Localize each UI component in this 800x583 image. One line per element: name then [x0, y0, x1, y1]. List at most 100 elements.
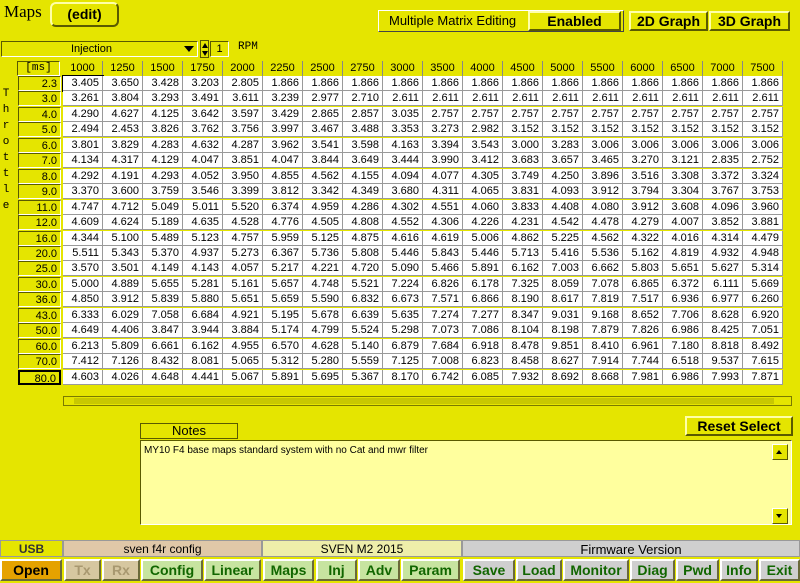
table-cell[interactable]: 3.152	[503, 122, 543, 137]
table-cell[interactable]: 5.416	[543, 246, 583, 261]
table-cell[interactable]: 3.597	[223, 107, 263, 122]
table-cell[interactable]: 3.324	[743, 169, 783, 184]
table-cell[interactable]: 5.343	[103, 246, 143, 261]
table-cell[interactable]: 8.627	[543, 354, 583, 369]
table-cell[interactable]: 4.317	[103, 153, 143, 168]
table-cell[interactable]: 4.528	[223, 215, 263, 230]
table-cell[interactable]: 3.152	[703, 122, 743, 137]
table-cell[interactable]: 8.425	[703, 323, 743, 338]
table-cell[interactable]: 3.990	[423, 153, 463, 168]
inj-button[interactable]: Inj	[316, 559, 357, 581]
table-cell[interactable]: 4.799	[303, 323, 343, 338]
table-cell[interactable]: 4.959	[303, 200, 343, 215]
table-cell[interactable]: 5.891	[463, 261, 503, 276]
table-cell[interactable]: 3.801	[63, 138, 103, 153]
table-cell[interactable]: 7.993	[703, 370, 743, 385]
table-cell[interactable]: 6.213	[63, 339, 103, 354]
table-cell[interactable]: 3.152	[663, 122, 703, 137]
graph-3d-button[interactable]: 3D Graph	[709, 11, 790, 31]
table-cell[interactable]: 5.281	[183, 277, 223, 292]
table-cell[interactable]: 3.152	[583, 122, 623, 137]
table-cell[interactable]: 9.851	[543, 339, 583, 354]
table-cell[interactable]: 5.123	[183, 231, 223, 246]
table-cell[interactable]: 4.322	[623, 231, 663, 246]
table-cell[interactable]: 2.752	[743, 153, 783, 168]
table-cell[interactable]: 3.304	[663, 184, 703, 199]
table-cell[interactable]: 4.551	[423, 200, 463, 215]
table-cell[interactable]: 3.444	[383, 153, 423, 168]
table-cell[interactable]: 3.293	[143, 91, 183, 106]
table-cell[interactable]: 6.570	[263, 339, 303, 354]
table-cell[interactable]: 5.536	[583, 246, 623, 261]
table-cell[interactable]: 4.948	[743, 246, 783, 261]
chevron-down-icon[interactable]	[184, 46, 194, 52]
table-cell[interactable]: 4.077	[423, 169, 463, 184]
table-cell[interactable]: 5.049	[143, 200, 183, 215]
table-cell[interactable]: 5.590	[303, 292, 343, 307]
table-cell[interactable]: 3.833	[503, 200, 543, 215]
table-cell[interactable]: 8.347	[503, 308, 543, 323]
table-cell[interactable]: 8.652	[623, 308, 663, 323]
table-cell[interactable]: 3.405	[62, 75, 104, 92]
table-cell[interactable]: 4.855	[263, 169, 303, 184]
table-cell[interactable]: 5.446	[463, 246, 503, 261]
table-cell[interactable]: 7.932	[503, 370, 543, 385]
table-cell[interactable]: 4.552	[383, 215, 423, 230]
table-cell[interactable]: 4.191	[103, 169, 143, 184]
table-cell[interactable]: 3.812	[263, 184, 303, 199]
adv-button[interactable]: Adv	[358, 559, 400, 581]
table-cell[interactable]: 4.226	[463, 215, 503, 230]
table-cell[interactable]: 4.478	[583, 215, 623, 230]
table-cell[interactable]: 5.162	[623, 246, 663, 261]
table-cell[interactable]: 7.008	[423, 354, 463, 369]
table-cell[interactable]: 5.808	[343, 246, 383, 261]
table-cell[interactable]: 7.078	[583, 277, 623, 292]
table-cell[interactable]: 4.648	[143, 370, 183, 385]
diag-button[interactable]: Diag	[630, 559, 675, 581]
table-cell[interactable]: 3.944	[183, 323, 223, 338]
table-cell[interactable]: 4.542	[543, 215, 583, 230]
table-cell[interactable]: 3.543	[463, 138, 503, 153]
table-cell[interactable]: 4.627	[103, 107, 143, 122]
table-cell[interactable]: 4.619	[423, 231, 463, 246]
table-cell[interactable]: 3.600	[103, 184, 143, 199]
table-cell[interactable]: 7.826	[623, 323, 663, 338]
table-cell[interactable]: 5.314	[743, 261, 783, 276]
table-cell[interactable]: 6.986	[663, 370, 703, 385]
table-cell[interactable]: 5.161	[223, 277, 263, 292]
table-cell[interactable]: 3.465	[583, 153, 623, 168]
table-cell[interactable]: 6.367	[263, 246, 303, 261]
table-cell[interactable]: 5.678	[303, 308, 343, 323]
table-cell[interactable]: 3.997	[263, 122, 303, 137]
table-cell[interactable]: 2.805	[223, 76, 263, 91]
table-cell[interactable]: 6.162	[183, 339, 223, 354]
table-cell[interactable]: 7.981	[623, 370, 663, 385]
table-cell[interactable]: 4.747	[63, 200, 103, 215]
table-cell[interactable]: 5.521	[343, 277, 383, 292]
table-cell[interactable]: 3.767	[703, 184, 743, 199]
table-cell[interactable]: 3.516	[623, 169, 663, 184]
table-cell[interactable]: 3.342	[303, 184, 343, 199]
table-cell[interactable]: 5.217	[263, 261, 303, 276]
table-cell[interactable]: 8.432	[143, 354, 183, 369]
table-cell[interactable]: 3.270	[623, 153, 663, 168]
table-cell[interactable]: 1.866	[703, 76, 743, 91]
table-cell[interactable]: 8.818	[703, 339, 743, 354]
table-cell[interactable]: 3.847	[143, 323, 183, 338]
table-cell[interactable]: 5.651	[663, 261, 703, 276]
table-cell[interactable]: 4.603	[63, 370, 103, 385]
table-cell[interactable]: 8.410	[583, 339, 623, 354]
table-cell[interactable]: 3.006	[583, 138, 623, 153]
table-cell[interactable]: 4.757	[223, 231, 263, 246]
table-cell[interactable]: 5.651	[223, 292, 263, 307]
table-cell[interactable]: 4.720	[343, 261, 383, 276]
table-cell[interactable]: 6.662	[583, 261, 623, 276]
table-cell[interactable]: 4.129	[143, 153, 183, 168]
tx-button[interactable]: Tx	[64, 559, 101, 581]
table-cell[interactable]: 7.073	[423, 323, 463, 338]
table-cell[interactable]: 5.466	[423, 261, 463, 276]
table-cell[interactable]: 2.611	[663, 91, 703, 106]
table-cell[interactable]: 4.052	[183, 169, 223, 184]
table-cell[interactable]: 2.835	[703, 153, 743, 168]
table-cell[interactable]: 3.881	[743, 215, 783, 230]
